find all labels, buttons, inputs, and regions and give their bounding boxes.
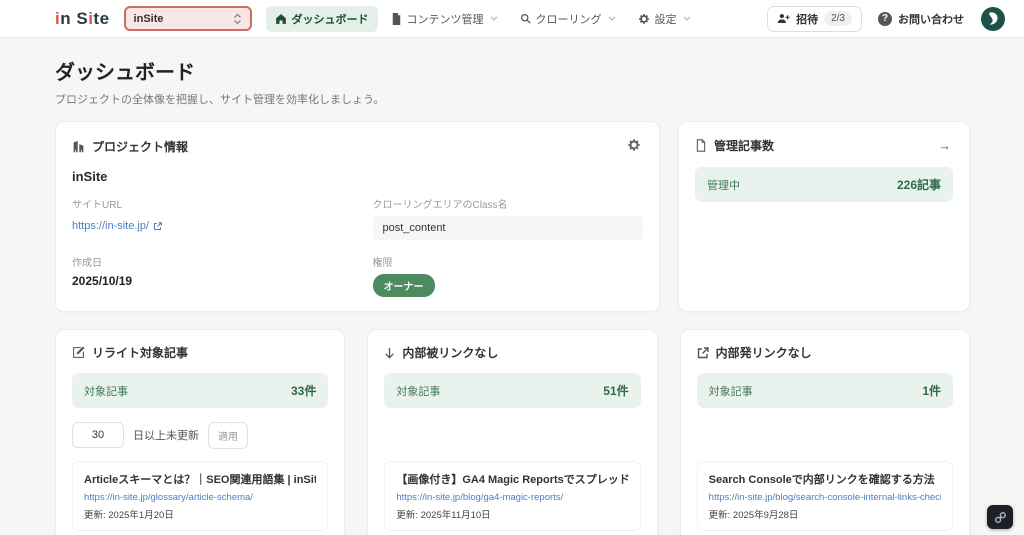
nav-dashboard[interactable]: ダッシュボード — [265, 5, 378, 32]
nav-crawling[interactable]: クローリング — [511, 6, 625, 32]
search-icon — [520, 13, 531, 24]
article-item: Articleスキーマとは？｜SEO関連用語集 | inSite(インサイト) … — [72, 461, 329, 531]
days-filter-label: 日以上未更新 — [133, 430, 199, 442]
nav-dashboard-label: ダッシュボード — [291, 13, 369, 26]
no-outbound-count-value: 1件 — [922, 384, 941, 398]
managed-articles-card: 管理記事数 → 管理中 226記事 — [678, 121, 970, 312]
no-outbound-links-card: 内部発リンクなし 対象記事 1件 Search Consoleで内部リンクを確認… — [679, 329, 970, 535]
link-fab-button[interactable] — [987, 505, 1013, 529]
rewrite-card-title: リライト対象記事 — [92, 346, 189, 360]
rewrite-filter-row: 日以上未更新 適用 — [72, 421, 328, 449]
top-nav-bar: in Site inSite ダッシュボード コンテンツ管理 クローリング 設定… — [0, 0, 1024, 38]
project-selector-value: inSite — [133, 12, 164, 25]
article-updated-date: 更新: 2025年9月28日 — [708, 510, 799, 521]
created-date-label: 作成日 — [72, 258, 102, 269]
no-outbound-card-title: 内部発リンクなし — [715, 346, 812, 360]
person-add-icon — [777, 13, 790, 24]
nav-content-management-label: コンテンツ管理 — [406, 13, 484, 26]
crawl-class-label: クローリングエリアのClass名 — [372, 200, 508, 211]
rewrite-count-label: 対象記事 — [84, 385, 128, 398]
page-subtitle: プロジェクトの全体像を把握し、サイト管理を効率化しましょう。 — [55, 94, 385, 106]
managed-count-value: 226記事 — [896, 178, 941, 192]
apply-button[interactable]: 適用 — [208, 421, 248, 449]
role-badge: オーナー — [372, 274, 435, 297]
arrow-down-icon — [384, 347, 395, 359]
project-settings-gear-icon[interactable] — [625, 136, 643, 157]
created-date-field: 作成日 2025/10/19 — [72, 254, 343, 297]
article-title: Articleスキーマとは？｜SEO関連用語集 | inSite(インサイト) — [84, 474, 316, 486]
article-updated-date: 更新: 2025年1月20日 — [84, 510, 174, 521]
no-outbound-count-label: 対象記事 — [708, 385, 753, 398]
no-inbound-count-label: 対象記事 — [396, 385, 441, 398]
no-inbound-article-list: 【画像付き】GA4 Magic ReportsでスプレッドシートとGA4を自動…… — [384, 461, 641, 535]
nav-settings[interactable]: 設定 — [629, 6, 700, 32]
nav-content-management[interactable]: コンテンツ管理 — [382, 6, 507, 32]
external-link-icon — [153, 221, 162, 231]
article-url-link[interactable]: https://in-site.jp/glossary/article-sche… — [84, 492, 316, 503]
invite-label: 招待 — [796, 13, 819, 26]
invite-button[interactable]: 招待 2/3 — [767, 5, 862, 32]
article-title: Search Consoleで内部リンクを確認する方法【画面キャプチャで詳… — [708, 474, 941, 486]
link-icon — [994, 511, 1007, 524]
rewrite-count-row: 対象記事 33件 — [72, 373, 329, 408]
main-content: ダッシュボード プロジェクトの全体像を把握し、サイト管理を効率化しましょう。 プ… — [0, 38, 1024, 535]
document-icon — [695, 139, 707, 152]
contact-link[interactable]: ? お問い合わせ — [878, 11, 964, 27]
home-icon — [275, 13, 287, 25]
document-icon — [391, 12, 402, 25]
site-url-link[interactable]: https://in-site.jp/ — [72, 220, 162, 232]
main-nav: ダッシュボード コンテンツ管理 クローリング 設定 — [265, 5, 700, 32]
edit-icon — [72, 346, 85, 359]
article-url-link[interactable]: https://in-site.jp/blog/search-console-i… — [709, 492, 941, 503]
invite-count-badge: 2/3 — [824, 11, 852, 26]
rewrite-article-list: Articleスキーマとは？｜SEO関連用語集 | inSite(インサイト) … — [72, 461, 329, 535]
header-right: 招待 2/3 ? お問い合わせ — [767, 5, 1006, 32]
site-url-text: https://in-site.jp/ — [72, 220, 150, 232]
project-selector[interactable]: inSite — [123, 6, 252, 31]
nav-settings-label: 設定 — [654, 13, 677, 26]
gear-icon — [638, 13, 650, 25]
no-outbound-article-list: Search Consoleで内部リンクを確認する方法【画面キャプチャで詳… h… — [696, 461, 953, 531]
external-link-icon — [697, 346, 709, 359]
managed-count-label: 管理中 — [707, 179, 740, 192]
page-title: ダッシュボード — [55, 62, 195, 84]
no-inbound-card-title: 内部被リンクなし — [402, 346, 499, 360]
days-input[interactable] — [72, 422, 124, 448]
no-inbound-links-card: 内部被リンクなし 対象記事 51件 【画像付き】GA4 Magic Report… — [367, 329, 658, 535]
updown-chevron-icon — [233, 13, 242, 25]
building-icon — [72, 140, 85, 153]
chevron-down-icon — [490, 16, 498, 21]
crawl-class-field: クローリングエリアのClass名 post_content — [372, 196, 643, 240]
nav-crawling-label: クローリング — [535, 13, 602, 26]
crawl-class-value: post_content — [372, 216, 643, 240]
arrow-right-icon[interactable]: → — [936, 136, 953, 155]
role-label: 権限 — [372, 258, 393, 269]
article-updated-date: 更新: 2025年11月10日 — [396, 510, 491, 521]
article-item: Search Consoleで内部リンクを確認する方法【画面キャプチャで詳… h… — [696, 461, 953, 531]
created-date-value: 2025/10/19 — [72, 274, 133, 288]
site-url-label: サイトURL — [72, 200, 123, 211]
project-info-card: プロジェクト情報 inSite サイトURL https://in-site.j… — [55, 121, 660, 312]
project-card-title: プロジェクト情報 — [92, 140, 189, 154]
site-url-field: サイトURL https://in-site.jp/ — [72, 196, 343, 240]
project-name: inSite — [72, 169, 108, 184]
managed-card-title: 管理記事数 — [714, 139, 775, 153]
managed-count-row: 管理中 226記事 — [695, 167, 953, 202]
question-icon: ? — [878, 11, 892, 26]
app-logo[interactable]: in Site — [55, 9, 110, 29]
chevron-down-icon — [683, 16, 691, 21]
article-title: 【画像付き】GA4 Magic ReportsでスプレッドシートとGA4を自動… — [396, 474, 628, 486]
rewrite-count-value: 33件 — [290, 384, 317, 398]
no-outbound-count-row: 対象記事 1件 — [696, 373, 953, 408]
avatar[interactable] — [980, 6, 1006, 32]
no-inbound-count-value: 51件 — [603, 384, 629, 398]
role-field: 権限 オーナー — [372, 254, 644, 297]
article-item: 【画像付き】GA4 Magic ReportsでスプレッドシートとGA4を自動…… — [384, 461, 641, 531]
no-inbound-count-row: 対象記事 51件 — [384, 373, 641, 408]
chevron-down-icon — [608, 16, 616, 21]
article-url-link[interactable]: https://in-site.jp/blog/ga4-magic-report… — [396, 492, 628, 503]
contact-label: お問い合わせ — [898, 13, 964, 26]
rewrite-targets-card: リライト対象記事 対象記事 33件 日以上未更新 適用 Articleスキーマと… — [55, 329, 346, 535]
